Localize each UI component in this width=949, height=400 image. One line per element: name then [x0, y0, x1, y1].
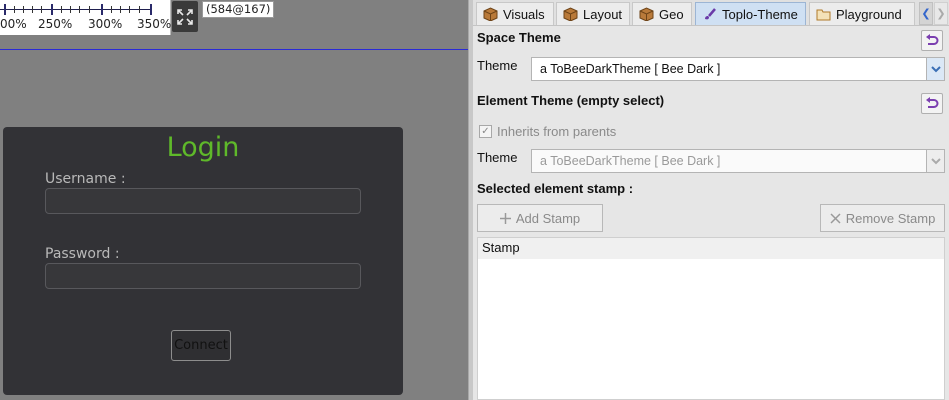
ruler-tick — [101, 4, 103, 15]
undo-icon — [926, 33, 939, 45]
tab-playground[interactable]: Playground — [809, 2, 915, 25]
inherits-checkbox[interactable]: ✓ Inherits from parents — [479, 124, 616, 139]
space-theme-label: Theme — [477, 58, 518, 73]
username-field[interactable] — [45, 188, 361, 214]
ruler-tick — [41, 6, 42, 13]
inspector-tabbar: Visuals Layout Geo Toplo-Theme Playgroun… — [473, 0, 949, 26]
ruler-tick — [32, 6, 33, 13]
add-stamp-button[interactable]: Add Stamp — [477, 204, 603, 232]
tab-geo[interactable]: Geo — [632, 2, 692, 25]
tab-layout[interactable]: Layout — [556, 2, 630, 25]
checkmark-icon: ✓ — [479, 125, 492, 138]
close-icon — [830, 212, 841, 224]
stamp-heading: Selected element stamp : — [477, 181, 634, 196]
ruler-tick — [51, 4, 53, 15]
element-theme-reset-button[interactable] — [921, 93, 943, 114]
space-theme-value: a ToBeeDarkTheme [ Bee Dark ] — [540, 62, 721, 76]
chevron-down-icon — [926, 150, 944, 172]
tab-label: Geo — [659, 6, 684, 22]
undo-icon — [926, 96, 939, 108]
tab-label: Visuals — [503, 6, 545, 22]
zoom-ruler[interactable]: 00% 250% 300% 350% — [0, 0, 171, 35]
canvas-area[interactable]: 00% 250% 300% 350% (584@167) Login Usern… — [0, 0, 468, 400]
tab-label: Toplo-Theme — [722, 6, 798, 22]
password-field[interactable] — [45, 263, 361, 289]
expand-button[interactable] — [172, 1, 198, 32]
ruler-tick — [139, 6, 140, 13]
password-label: Password : — [45, 246, 120, 262]
stamp-column-header[interactable]: Stamp — [478, 238, 944, 259]
element-theme-select[interactable]: a ToBeeDarkTheme [ Bee Dark ] — [531, 149, 945, 173]
ruler-tick — [61, 6, 62, 13]
ruler-tick — [150, 4, 152, 15]
username-label: Username : — [45, 171, 126, 187]
tab-visuals[interactable]: Visuals — [476, 2, 554, 25]
ruler-tick — [129, 6, 130, 13]
remove-stamp-label: Remove Stamp — [845, 210, 936, 226]
package-icon — [483, 7, 498, 21]
stamp-table[interactable]: Stamp — [477, 237, 945, 400]
folder-icon — [816, 9, 831, 20]
ruler-tick — [23, 6, 24, 13]
tabs-scroll-right-button[interactable]: ❯ — [934, 2, 948, 25]
chevron-left-icon: ❮ — [921, 7, 931, 20]
space-theme-heading: Space Theme — [477, 30, 561, 45]
tab-toplo-theme[interactable]: Toplo-Theme — [695, 2, 806, 25]
ruler-label: 300% — [88, 17, 123, 31]
coordinate-readout: (584@167) — [202, 1, 275, 18]
inspector-panel: Visuals Layout Geo Toplo-Theme Playgroun… — [473, 0, 949, 400]
ruler-label: 350% — [137, 17, 172, 31]
add-stamp-label: Add Stamp — [515, 210, 581, 226]
login-panel: Login Username : Password : Connect — [3, 127, 403, 395]
plus-icon — [499, 212, 511, 224]
space-theme-select[interactable]: a ToBeeDarkTheme [ Bee Dark ] — [531, 57, 945, 81]
tabs-scroll-left-button[interactable]: ❮ — [919, 2, 933, 25]
element-theme-value: a ToBeeDarkTheme [ Bee Dark ] — [540, 154, 721, 168]
ruler-tick — [70, 6, 71, 13]
package-icon — [563, 7, 578, 21]
brush-icon — [705, 8, 716, 20]
ruler-tick — [14, 6, 15, 13]
element-theme-heading: Element Theme (empty select) — [477, 93, 665, 108]
inherits-label: Inherits from parents — [497, 124, 617, 139]
ruler-tick — [120, 6, 121, 13]
element-theme-label: Theme — [477, 150, 518, 165]
expand-arrows-icon — [177, 8, 193, 25]
tab-label: Layout — [583, 6, 623, 22]
ruler-label: 00% — [0, 17, 27, 31]
ruler-tick — [111, 6, 112, 13]
space-theme-reset-button[interactable] — [921, 30, 943, 51]
ruler-tick — [4, 4, 6, 15]
ruler-tick — [89, 6, 90, 13]
ruler-label: 250% — [38, 17, 73, 31]
guide-line — [0, 49, 468, 50]
chevron-right-icon: ❯ — [936, 7, 946, 20]
login-title: Login — [166, 132, 240, 163]
package-icon — [639, 7, 654, 21]
remove-stamp-button[interactable]: Remove Stamp — [820, 204, 945, 232]
chevron-down-icon — [926, 58, 944, 80]
connect-button[interactable]: Connect — [171, 330, 231, 361]
tab-label: Playground — [836, 6, 902, 22]
ruler-tick — [79, 6, 80, 13]
